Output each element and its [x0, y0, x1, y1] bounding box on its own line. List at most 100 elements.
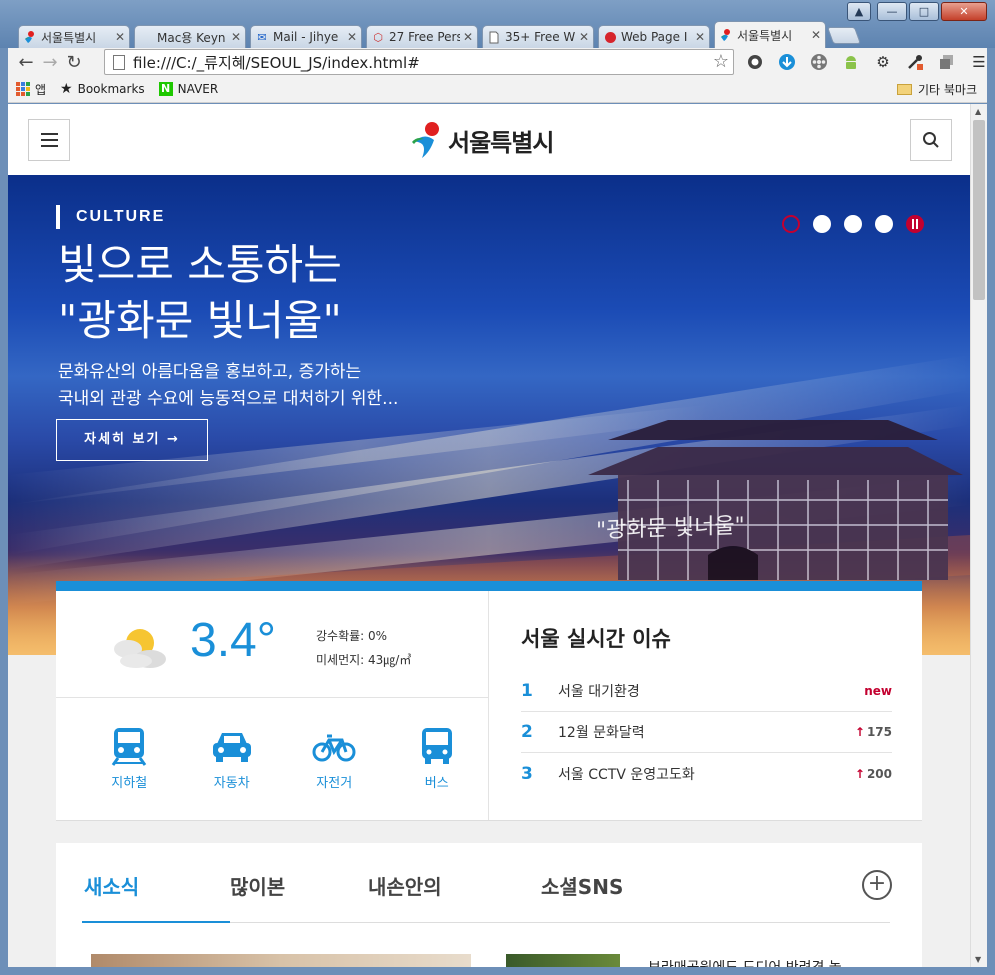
close-tab-icon[interactable]: ✕ [231, 30, 241, 44]
bookmark-other[interactable]: 기타 북마크 [896, 81, 977, 98]
gear-icon[interactable]: ⚙ [872, 51, 894, 73]
browser-tab[interactable]: 서울특별시 ✕ [18, 25, 130, 48]
extension-shield-icon[interactable] [744, 51, 766, 73]
close-window-button[interactable]: ✕ [941, 2, 987, 21]
issue-text: 서울 대기환경 [558, 684, 640, 700]
browser-tab-active[interactable]: 서울특별시 ✕ [714, 21, 826, 48]
search-icon [923, 132, 939, 148]
bookmark-star-icon[interactable]: ☆ [713, 51, 729, 72]
bookmark-naver[interactable]: N NAVER [158, 82, 218, 96]
minimize-button[interactable]: — [877, 2, 907, 21]
scrollbar-thumb[interactable] [973, 120, 985, 300]
slide-dot-active[interactable] [782, 215, 800, 233]
close-tab-icon[interactable]: ✕ [463, 30, 473, 44]
bookmark-label: 기타 북마크 [917, 83, 977, 97]
news-thumbnail[interactable] [506, 954, 620, 967]
browser-tab[interactable]: Web Page I ✕ [598, 25, 710, 48]
tab-in-my-hand[interactable]: 내손안의 [368, 843, 541, 923]
new-tab-button[interactable] [826, 27, 862, 44]
issue-item[interactable]: 3 서울 CCTV 운영고도화 ↑ 200 [521, 753, 892, 794]
transport-subway[interactable]: 지하철 [78, 698, 181, 820]
stack-icon[interactable] [936, 51, 958, 73]
issue-rank: 2 [521, 722, 533, 742]
extension-icons: ⚙ ☰ [744, 51, 995, 73]
tab-social-sns[interactable]: 소셜SNS [541, 843, 681, 923]
slide-dot[interactable] [844, 215, 862, 233]
hamburger-menu-button[interactable] [28, 119, 70, 161]
eyedropper-icon[interactable] [904, 51, 926, 73]
slide-dot[interactable] [813, 215, 831, 233]
bookmark-label: 앱 [35, 82, 47, 97]
news-section: 새소식 많이본 내손안의 소셜SNS + 보라매공원에도 드디어 반려견 놀 [56, 843, 922, 967]
news-headline[interactable]: 보라매공원에도 드디어 반려견 놀 [648, 957, 842, 967]
close-tab-icon[interactable]: ✕ [115, 30, 125, 44]
close-tab-icon[interactable]: ✕ [347, 30, 357, 44]
issue-item[interactable]: 2 12월 문화달력 ↑ 175 [521, 712, 892, 753]
browser-tab[interactable]: Mac용 Keyn ✕ [134, 25, 246, 48]
profile-icon[interactable]: ▲ [847, 2, 871, 21]
seoul-logo-icon [410, 120, 446, 160]
transport-car[interactable]: 자동차 [181, 698, 284, 820]
back-arrow-icon[interactable]: ← [14, 52, 38, 73]
download-icon[interactable] [776, 51, 798, 73]
gate-sign-text: "광화문 빛너울" [596, 513, 745, 544]
bookmark-apps[interactable]: 앱 [16, 81, 46, 98]
address-bar[interactable]: file:///C:/_류지혜/SEOUL_JS/index.html# ☆ [104, 49, 734, 75]
news-thumbnail[interactable] [91, 954, 471, 967]
document-icon [487, 30, 501, 44]
forward-arrow-icon[interactable]: → [38, 52, 62, 73]
film-reel-icon[interactable] [808, 51, 830, 73]
tab-label: Web Page I [621, 30, 688, 44]
android-icon[interactable] [840, 51, 862, 73]
page-viewport: 서울특별시 "광화문 빛너울" CULTURE 빛으로 소통하는 "광화문 빛너… [8, 104, 970, 967]
up-arrow-icon: ↑ [854, 725, 865, 739]
issue-text: 서울 CCTV 운영고도화 [558, 766, 695, 783]
cube-icon: ⬡ [373, 30, 383, 44]
maximize-button[interactable]: □ [909, 2, 939, 21]
search-button[interactable] [910, 119, 952, 161]
hero-description: 문화유산의 아름다움을 홍보하고, 증가하는 국내외 관광 수요에 능동적으로 … [58, 359, 398, 413]
issue-rank: 1 [521, 681, 533, 701]
mail-icon: ✉ [257, 30, 267, 44]
reload-icon[interactable]: ↻ [62, 52, 86, 73]
site-logo[interactable]: 서울특별시 [410, 120, 554, 160]
close-tab-icon[interactable]: ✕ [695, 30, 705, 44]
pause-icon[interactable] [906, 215, 924, 233]
naver-icon: N [158, 82, 173, 96]
more-plus-icon[interactable]: + [862, 870, 892, 900]
issue-item[interactable]: 1 서울 대기환경 new [521, 671, 892, 712]
window-controls: ▲ — □ ✕ [845, 2, 987, 21]
address-text: file:///C:/_류지혜/SEOUL_JS/index.html# [133, 53, 420, 72]
tab-news[interactable]: 새소식 [82, 843, 230, 923]
browser-tab[interactable]: ⬡ 27 Free Pers ✕ [366, 25, 478, 48]
browser-tab[interactable]: 35+ Free W ✕ [482, 25, 594, 48]
tab-label: 서울특별시 [737, 28, 793, 43]
scroll-down-icon[interactable]: ▼ [975, 955, 981, 964]
news-tabs: 새소식 많이본 내손안의 소셜SNS [82, 843, 890, 923]
tab-most-viewed[interactable]: 많이본 [230, 843, 368, 923]
transport-label: 지하철 [111, 776, 148, 791]
transport-label: 버스 [424, 776, 449, 791]
scroll-up-icon[interactable]: ▲ [975, 107, 981, 116]
rain-probability: 강수확률: 0% [316, 629, 388, 643]
page-scrollbar[interactable]: ▲ ▼ [970, 104, 987, 967]
close-tab-icon[interactable]: ✕ [579, 30, 589, 44]
transport-label: 자전거 [316, 776, 353, 791]
hero-title: 빛으로 소통하는 "광화문 빛너울" [58, 237, 342, 349]
bookmark-bookmarks[interactable]: ★ Bookmarks [60, 81, 145, 97]
hero-more-button[interactable]: 자세히 보기 → [56, 419, 208, 461]
menu-icon[interactable]: ☰ [968, 51, 990, 73]
apps-grid-icon [16, 82, 30, 96]
slide-dot[interactable] [875, 215, 893, 233]
transport-bicycle[interactable]: 자전거 [283, 698, 386, 820]
seoul-logo-icon [23, 30, 37, 44]
info-panel: 3.4° 강수확률: 0% 미세먼지: 43㎍/㎥ 지하철 자동차 자전거 버스 [56, 581, 922, 821]
issue-rank: 3 [521, 763, 533, 784]
issues-title: 서울 실시간 이슈 [521, 627, 671, 651]
window-border-right [987, 48, 995, 975]
browser-tab[interactable]: ✉ Mail - Jihye ✕ [250, 25, 362, 48]
bicycle-icon [312, 734, 356, 762]
close-tab-icon[interactable]: ✕ [811, 28, 821, 42]
transport-bus[interactable]: 버스 [386, 698, 489, 820]
window-frame: ▲ — □ ✕ 서울특별시 ✕ Mac용 Keyn ✕ ✉ Mail - Jih… [0, 0, 995, 48]
